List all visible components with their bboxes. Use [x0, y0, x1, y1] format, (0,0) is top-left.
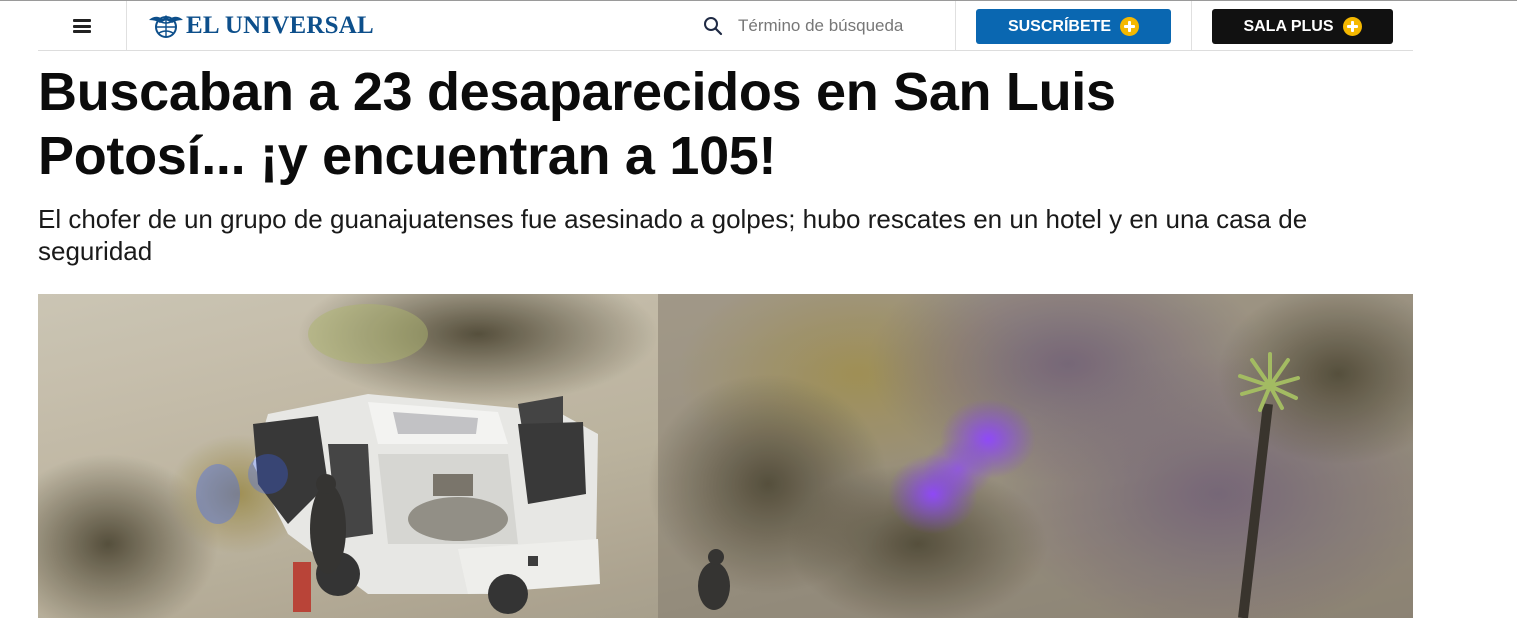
- site-logo[interactable]: EL UNIVERSAL: [148, 10, 374, 42]
- search-input[interactable]: [738, 16, 938, 36]
- search-icon[interactable]: [702, 15, 724, 37]
- article-subheadline: El chofer de un grupo de guanajuatenses …: [38, 204, 1308, 266]
- subscribe-button[interactable]: SUSCRÍBETE: [976, 9, 1171, 44]
- hero-image[interactable]: [38, 294, 1413, 618]
- news-photo: [38, 294, 1413, 618]
- header-divider: [126, 1, 127, 50]
- article-headline: Buscaban a 23 desaparecidos en San Luis …: [38, 62, 1116, 186]
- logo-text: EL UNIVERSAL: [186, 12, 374, 39]
- plus-circle-icon: [1342, 17, 1362, 36]
- sala-plus-button-label: SALA PLUS: [1243, 17, 1334, 35]
- header-divider: [955, 1, 956, 50]
- subscribe-button-label: SUSCRÍBETE: [1007, 17, 1112, 35]
- sala-plus-button[interactable]: SALA PLUS: [1212, 9, 1393, 44]
- menu-button[interactable]: [62, 10, 102, 42]
- site-header: EL UNIVERSAL SUSCRÍBETE SALA PLUS: [38, 1, 1413, 51]
- eagle-globe-icon: [149, 15, 183, 38]
- search-bar: [702, 11, 942, 41]
- header-divider: [1191, 1, 1192, 50]
- hamburger-menu-icon: [73, 19, 91, 33]
- page: EL UNIVERSAL SUSCRÍBETE SALA PLUS Buscab…: [0, 0, 1517, 618]
- plus-circle-icon: [1120, 17, 1140, 36]
